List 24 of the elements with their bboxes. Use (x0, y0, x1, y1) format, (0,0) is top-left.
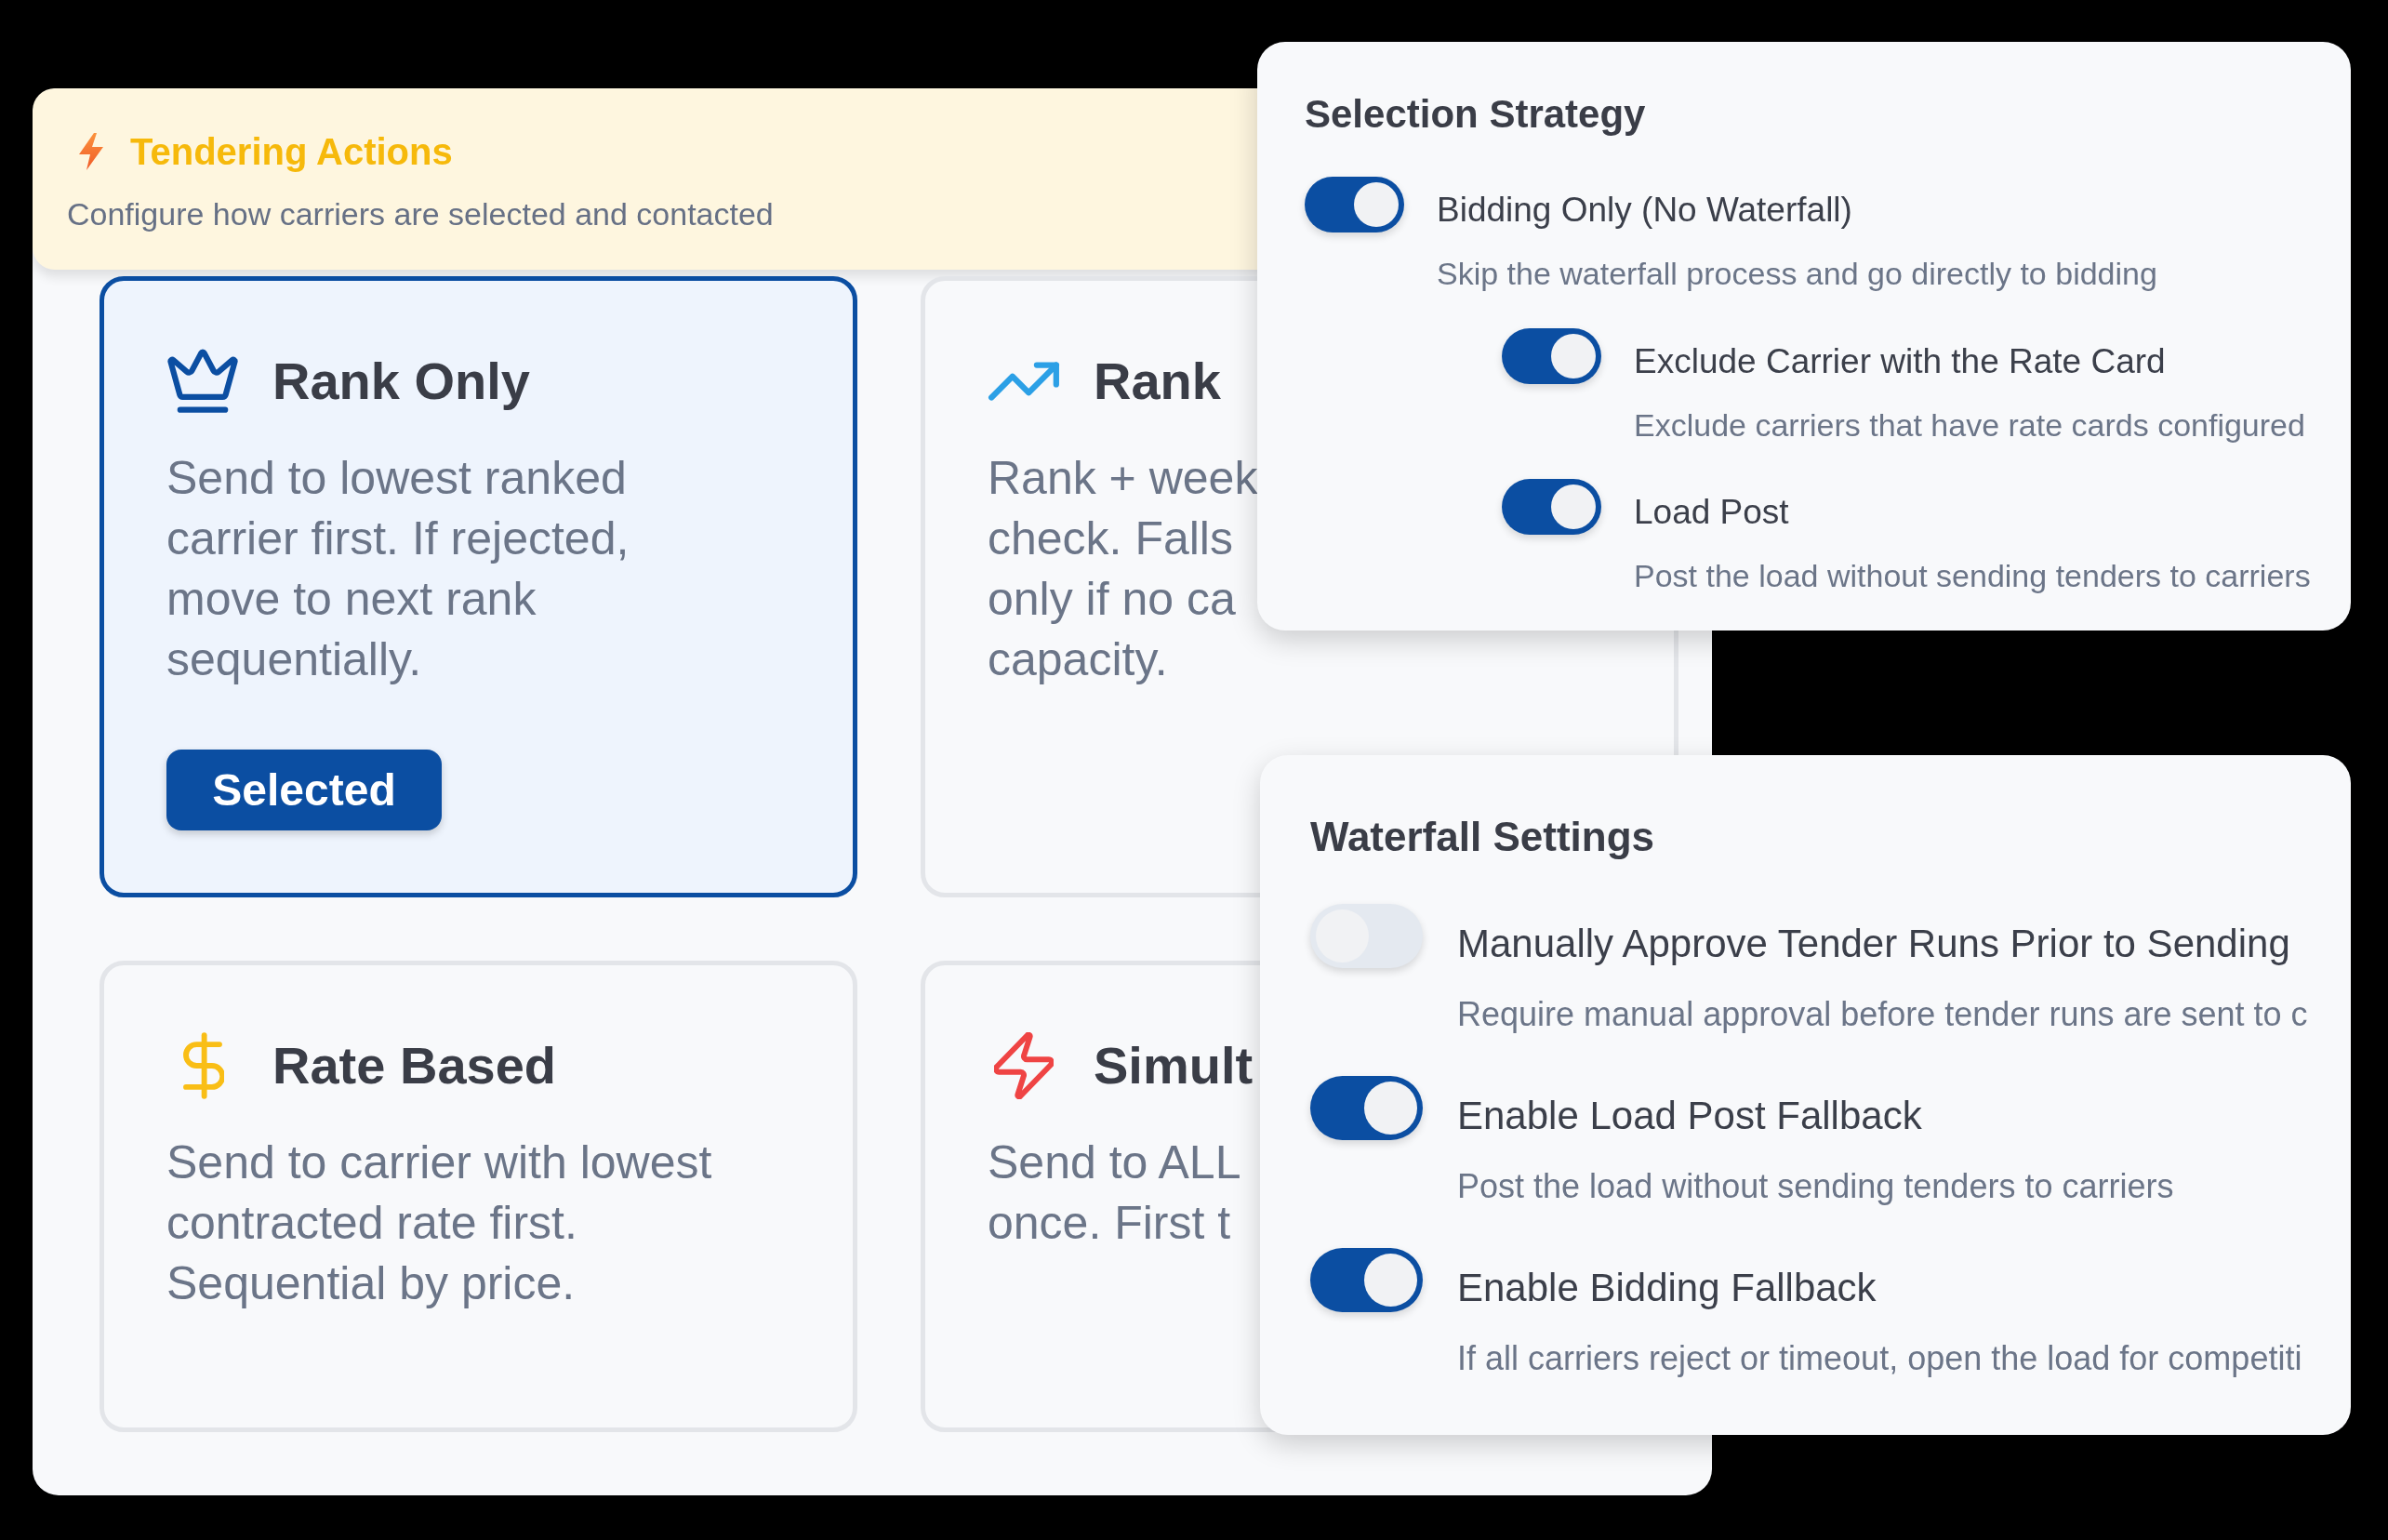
card-title: Rank (1094, 351, 1221, 412)
option-label: Enable Load Post Fallback (1457, 1093, 1922, 1139)
card-title: Rate Based (272, 1035, 557, 1096)
option-description: Skip the waterfall process and go directly to bidding (1437, 255, 2157, 293)
option-description: Exclude carriers that have rate cards configured (1634, 406, 2305, 445)
section-title: Tendering Actions (130, 130, 453, 174)
card-title: Rank Only (272, 351, 530, 412)
option-description: Post the load without sending tenders to carriers (1634, 557, 2311, 595)
card-description: Send to lowest ranked carrier first. If rejected, move to next rank sequentially. (166, 451, 630, 687)
option-description: Post the load without sending tenders to carriers (1457, 1166, 2174, 1207)
option-label: Load Post (1634, 492, 1789, 533)
option-label: Exclude Carrier with the Rate Card (1634, 341, 2166, 382)
option-label: Enable Bidding Fallback (1457, 1265, 1877, 1311)
panel-title: Selection Strategy (1305, 91, 1646, 138)
card-title: Simult (1094, 1035, 1254, 1096)
option-description: Require manual approval before tender runs are sent to c (1457, 994, 2308, 1035)
panel-title: Waterfall Settings (1310, 813, 1654, 861)
option-label: Manually Approve Tender Runs Prior to Sending (1457, 921, 2290, 967)
section-subtitle: Configure how carriers are selected and contacted (67, 195, 774, 232)
option-label: Bidding Only (No Waterfall) (1437, 190, 1852, 231)
card-description: Rank + week check. Falls only if no ca capacity. (988, 451, 1258, 687)
card-description: Send to ALL once. First t (988, 1135, 1241, 1251)
card-description: Send to carrier with lowest contracted rate first. Sequential by price. (166, 1135, 712, 1311)
option-description: If all carriers reject or timeout, open the load for competiti (1457, 1338, 2302, 1379)
